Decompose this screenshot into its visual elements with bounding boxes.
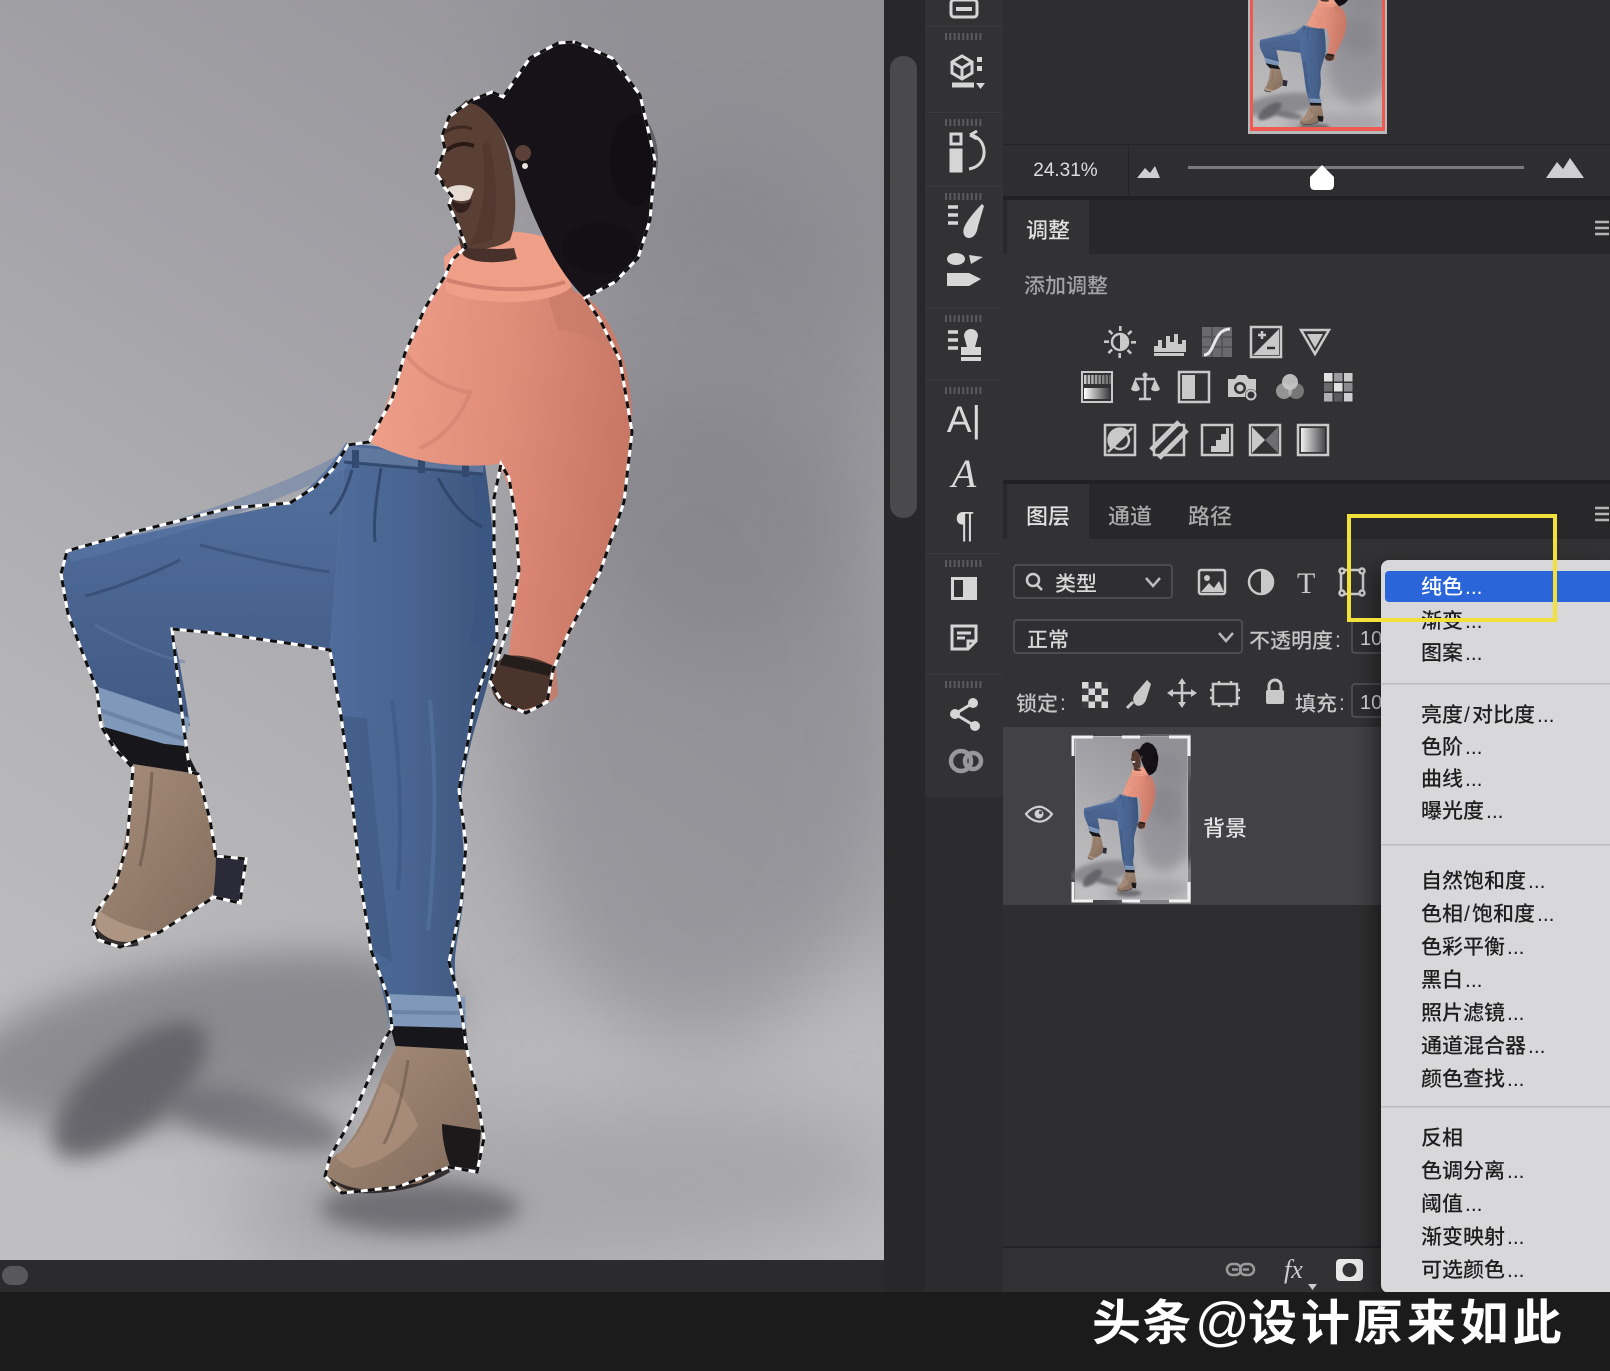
svg-text:...: ... [1465,1193,1483,1216]
svg-text:...: ... [1465,969,1483,992]
svg-text:...: ... [1537,704,1555,727]
svg-text:...: ... [1465,768,1483,791]
svg-text:...: ... [1507,1226,1525,1249]
svg-text:/: / [1464,903,1470,926]
svg-text:...: ... [1528,1035,1546,1058]
svg-text:T: T [1297,567,1315,600]
svg-text::: : [1335,629,1341,652]
svg-text:10: 10 [1360,628,1382,650]
svg-text:...: ... [1486,800,1504,823]
svg-text:A|: A| [947,399,981,440]
svg-text:¶: ¶ [955,504,974,545]
svg-text::: : [1339,692,1345,715]
svg-text:10: 10 [1360,692,1382,714]
svg-text:...: ... [1537,903,1555,926]
svg-text:/: / [1464,704,1470,727]
svg-text:A: A [949,451,977,496]
svg-text:...: ... [1465,642,1483,665]
svg-text:...: ... [1507,1068,1525,1091]
svg-text:...: ... [1507,1259,1525,1282]
svg-text:@: @ [1195,1292,1250,1352]
svg-text:...: ... [1507,1002,1525,1025]
svg-text:...: ... [1528,870,1546,893]
svg-text:...: ... [1507,936,1525,959]
svg-text:fx: fx [1284,1255,1303,1284]
svg-text:...: ... [1465,736,1483,759]
svg-text:...: ... [1507,1160,1525,1183]
svg-text::: : [1060,692,1066,715]
